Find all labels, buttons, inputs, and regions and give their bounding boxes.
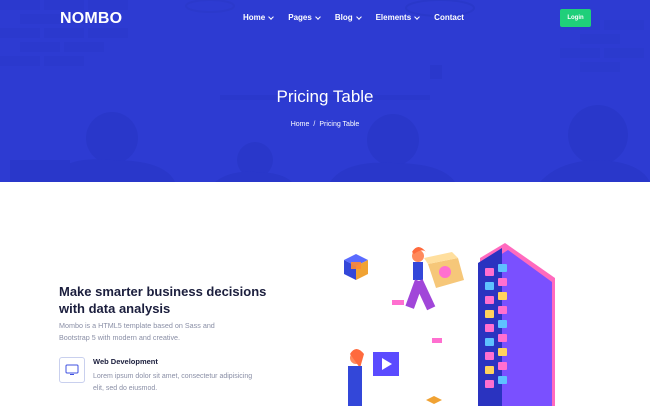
person-with-video-illustration: [348, 349, 399, 406]
person-with-box-illustration: [392, 247, 464, 343]
nav-item-home[interactable]: Home: [243, 13, 275, 22]
chevron-down-icon: [314, 13, 321, 20]
nav-item-pages[interactable]: Pages: [288, 13, 321, 22]
chevron-down-icon: [414, 13, 421, 20]
feature-description: Mombo is a HTML5 template based on Sass …: [59, 321, 215, 342]
smartphone-illustration: [478, 243, 555, 406]
nav-item-blog[interactable]: Blog: [334, 13, 362, 22]
service-text: Lorem ipsum dolor sit amet, consectetur …: [93, 373, 253, 392]
brand-logo[interactable]: NOMBO: [60, 10, 122, 28]
service-title: Web Development: [93, 357, 158, 366]
main-menu: Home Pages Blog Elements Contact: [243, 13, 479, 22]
feature-heading: Make smarter business decisions with dat…: [59, 284, 267, 316]
nav-item-label: Blog: [334, 13, 353, 22]
chevron-down-icon: [268, 13, 275, 20]
breadcrumb: Home / Pricing Table: [0, 121, 650, 128]
nav-item-elements[interactable]: Elements: [375, 13, 421, 22]
monitor-icon: [59, 357, 85, 383]
breadcrumb-home-link[interactable]: Home: [291, 121, 310, 128]
cube-icon: [344, 254, 368, 280]
breadcrumb-current: Pricing Table: [319, 121, 360, 128]
chevron-down-icon: [355, 13, 362, 20]
breadcrumb-separator: /: [313, 121, 316, 128]
nav-item-contact[interactable]: Contact: [434, 13, 464, 22]
navbar: NOMBO Home Pages Blog Elements Contact L: [0, 0, 650, 36]
nav-item-label: Elements: [375, 13, 412, 22]
nav-item-label: Contact: [434, 13, 464, 22]
nav-item-label: Home: [243, 13, 266, 22]
page-header: NOMBO Home Pages Blog Elements Contact L: [0, 0, 650, 182]
service-item-web-development: Web Development Lorem ipsum dolor sit am…: [59, 355, 299, 395]
page-title: Pricing Table: [276, 87, 374, 106]
nav-item-label: Pages: [288, 13, 312, 22]
login-button[interactable]: Login: [560, 9, 591, 27]
isometric-illustration: [344, 243, 555, 406]
